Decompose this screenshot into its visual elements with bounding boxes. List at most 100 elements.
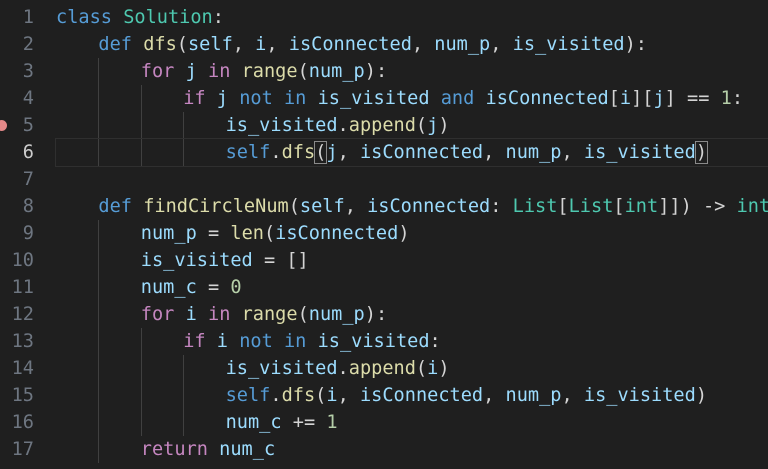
code-text-area[interactable]: self.dfs(j, isConnected, num_p, is_visit… — [55, 138, 768, 167]
code-token: = [] — [252, 250, 309, 271]
code-token: : — [490, 196, 513, 217]
code-token: isConnected — [275, 223, 399, 244]
code-content: return num_c — [141, 436, 275, 463]
code-text-area[interactable]: if i not in is_visited: — [56, 328, 768, 355]
code-text-area[interactable]: def findCircleNum(self, isConnected: Lis… — [56, 193, 768, 220]
code-text-area[interactable] — [56, 166, 768, 193]
code-token: range — [241, 61, 298, 82]
indent-guide — [140, 355, 142, 382]
code-line[interactable]: 2 def dfs(self, i, isConnected, num_p, is… — [0, 31, 768, 58]
code-token: num_p — [308, 304, 365, 325]
indent-guide — [98, 382, 100, 409]
indent-guide — [183, 382, 185, 409]
code-text-area[interactable]: if j not in is_visited and isConnected[i… — [56, 85, 768, 112]
indent-guide — [98, 58, 100, 85]
code-token: ( — [263, 223, 276, 244]
code-content: num_c += 1 — [226, 409, 338, 436]
code-line[interactable]: 8 def findCircleNum(self, isConnected: Li… — [0, 193, 768, 220]
code-token: is_visited — [583, 385, 696, 406]
code-token: , — [344, 196, 368, 217]
line-number: 6 — [22, 142, 34, 163]
indent-guide — [183, 139, 185, 166]
code-text-area[interactable]: return num_c — [56, 436, 768, 463]
code-text-area[interactable]: num_c = 0 — [56, 274, 768, 301]
code-token: ) — [438, 115, 450, 136]
code-token: [ — [557, 196, 569, 217]
code-token: j — [427, 115, 439, 136]
indent-guide — [183, 112, 185, 139]
code-text-area[interactable]: for j in range(num_p): — [56, 58, 768, 85]
code-editor[interactable]: 1 class Solution: 2 def dfs(self, i, isConn… — [0, 0, 768, 469]
code-line[interactable]: 16 num_c += 1 — [0, 409, 768, 436]
code-line[interactable]: 15 self.dfs(i, isConnected, num_p, is_vis… — [0, 382, 768, 409]
code-line[interactable]: 3 for j in range(num_p): — [0, 58, 768, 85]
code-token: i — [619, 88, 632, 109]
code-text-area[interactable]: class Solution: — [56, 4, 768, 31]
code-line[interactable]: 11 num_c = 0 — [0, 274, 768, 301]
code-token: . — [337, 115, 349, 136]
code-token: List — [512, 196, 558, 217]
code-line[interactable]: 13 if i not in is_visited: — [0, 328, 768, 355]
code-token: self — [225, 385, 271, 406]
code-line[interactable]: 9 num_p = len(isConnected) — [0, 220, 768, 247]
code-content: is_visited = [] — [141, 247, 309, 274]
code-line[interactable]: 6 self.dfs(j, isConnected, num_p, is_visi… — [0, 138, 768, 167]
code-token: ( — [297, 61, 309, 82]
code-token: , — [266, 34, 289, 55]
line-number: 2 — [22, 34, 34, 55]
code-content: class Solution: — [56, 4, 224, 31]
code-token: ( — [288, 196, 300, 217]
indent-guide — [183, 409, 185, 436]
code-text-area[interactable]: num_c += 1 — [56, 409, 768, 436]
code-text-area[interactable]: num_p = len(isConnected) — [56, 220, 768, 247]
code-token: dfs — [281, 142, 316, 163]
code-line[interactable]: 12 for i in range(num_p): — [0, 301, 768, 328]
code-content: is_visited.append(i) — [226, 355, 450, 382]
code-token: i — [427, 358, 439, 379]
code-line[interactable]: 10 is_visited = [] — [0, 247, 768, 274]
line-number: 8 — [22, 196, 34, 217]
code-line[interactable]: 14 is_visited.append(i) — [0, 355, 768, 382]
code-token: : — [212, 7, 224, 28]
code-text-area[interactable]: for i in range(num_p): — [56, 301, 768, 328]
code-token: num_p — [505, 142, 562, 163]
indent-guide — [140, 139, 142, 166]
code-text-area[interactable]: self.dfs(i, isConnected, num_p, is_visit… — [56, 382, 768, 409]
code-text-area[interactable]: is_visited = [] — [56, 247, 768, 274]
code-content: if i not in is_visited: — [183, 328, 441, 355]
code-token: 1 — [720, 88, 732, 109]
code-token: ( — [415, 115, 428, 136]
code-token: dfs — [281, 385, 316, 406]
code-line[interactable]: 4 if j not in is_visited and isConnected[… — [0, 85, 768, 112]
line-number: 16 — [11, 412, 34, 433]
indent-guide — [98, 112, 100, 139]
code-token: Solution — [123, 7, 213, 28]
code-token: if — [183, 88, 206, 109]
code-token: i — [326, 385, 338, 406]
code-token: in — [283, 88, 307, 109]
code-token: findCircleNum — [143, 196, 289, 217]
code-text-area[interactable]: is_visited.append(j) — [56, 112, 768, 139]
code-token: , — [232, 34, 256, 55]
indent-guide — [98, 355, 100, 382]
code-line[interactable]: 5 is_visited.append(j) — [0, 112, 768, 139]
code-text-area[interactable]: is_visited.append(i) — [56, 355, 768, 382]
code-token: is_visited — [512, 34, 625, 55]
code-token: num_c — [219, 439, 276, 460]
code-line[interactable]: 1 class Solution: — [0, 4, 768, 31]
code-line[interactable]: 17 return num_c — [0, 436, 768, 463]
code-token: [ — [608, 88, 620, 109]
code-token: ( — [297, 304, 309, 325]
code-line[interactable]: 7 — [0, 166, 768, 193]
code-text-area[interactable]: def dfs(self, i, isConnected, num_p, is_… — [56, 31, 768, 58]
code-token: is_visited — [225, 358, 338, 379]
code-token: j — [185, 61, 197, 82]
code-token: in — [208, 304, 231, 325]
line-number: 1 — [22, 7, 34, 28]
code-token: ) — [398, 223, 410, 244]
code-token: for — [140, 61, 175, 82]
